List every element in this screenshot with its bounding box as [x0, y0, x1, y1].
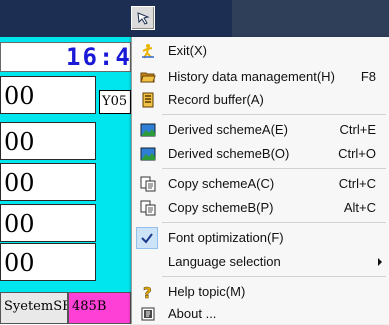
value-field-text: 00	[4, 128, 35, 156]
value-field[interactable]: 00	[0, 122, 96, 160]
menu-item-label: Help topic(M)	[168, 284, 246, 299]
menu-item-label: Language selection	[168, 254, 281, 269]
menu-separator	[162, 276, 386, 277]
value-field[interactable]: 00	[0, 243, 96, 281]
value-field[interactable]: 00	[0, 163, 96, 201]
svg-text:?: ?	[143, 284, 152, 300]
menu-item-label: Derived schemeB(O)	[168, 146, 290, 161]
menu-item-shortcut: Alt+C	[343, 200, 376, 215]
value-field-text: 00	[4, 82, 35, 110]
menu-item-label: About ...	[168, 306, 217, 321]
menu-item-exit[interactable]: Exit(X)	[132, 40, 389, 62]
menu-separator	[162, 114, 386, 115]
tag-field[interactable]: Y05	[99, 90, 131, 114]
scheme-image-icon	[140, 147, 156, 161]
app-menu-icon	[137, 12, 150, 25]
menu-item-shortcut: F8	[360, 69, 376, 84]
value-field-text: 00	[4, 249, 35, 277]
menu-item-label: History data management(H)	[168, 69, 335, 84]
menu-item-about[interactable]: About ...	[132, 303, 389, 325]
menu-item-derived-scheme-b[interactable]: Derived schemeB(O) Ctrl+O	[132, 143, 389, 165]
menu-item-copy-scheme-b[interactable]: Copy schemeB(P) Alt+C	[132, 197, 389, 219]
copy-icon	[140, 200, 156, 216]
menu-item-label: Font optimization(F)	[168, 230, 284, 245]
menu-item-shortcut: Ctrl+E	[339, 122, 376, 137]
menu-item-label: Copy schemeB(P)	[168, 200, 274, 215]
checkmark-icon	[141, 233, 153, 244]
menu-item-font-optimization[interactable]: Font optimization(F)	[132, 227, 389, 249]
menu-item-language-selection[interactable]: Language selection	[132, 251, 389, 273]
exit-icon	[142, 44, 154, 59]
value-field-text: 00	[4, 169, 35, 197]
tab-system-set[interactable]: SyetemSET	[0, 292, 68, 324]
copy-icon	[140, 176, 156, 192]
help-icon: ?	[143, 284, 152, 300]
menu-item-history-data[interactable]: History data management(H) F8	[132, 66, 389, 88]
menu-item-shortcut: Ctrl+C	[338, 176, 376, 191]
value-field[interactable]: 00	[0, 76, 96, 114]
menu-item-label: Derived schemeA(E)	[168, 122, 288, 137]
record-buffer-icon	[142, 92, 154, 108]
about-icon	[141, 307, 155, 321]
menu-separator	[162, 168, 386, 169]
menu-item-record-buffer[interactable]: Record buffer(A)	[132, 89, 389, 111]
menu-item-help-topic[interactable]: ? Help topic(M)	[132, 281, 389, 303]
main-menu-button[interactable]	[131, 6, 155, 30]
submenu-arrow-icon	[378, 258, 382, 266]
value-field-text: 00	[4, 210, 35, 238]
tab-485b[interactable]: 485B	[68, 292, 131, 324]
scheme-image-icon	[140, 123, 156, 137]
menu-item-label: Copy schemeA(C)	[168, 176, 275, 191]
menu-item-label: Exit(X)	[168, 43, 207, 58]
top-bar-right	[232, 0, 389, 37]
tag-text: Y05	[102, 94, 128, 109]
menu-separator	[162, 222, 386, 223]
menu-item-label: Record buffer(A)	[168, 92, 264, 107]
value-field[interactable]: 00	[0, 204, 96, 242]
menu-item-shortcut: Ctrl+O	[338, 146, 376, 161]
dropdown-menu: Exit(X) History data management(H) F8 Re…	[131, 37, 389, 324]
folder-icon	[140, 72, 156, 83]
menu-item-copy-scheme-a[interactable]: Copy schemeA(C) Ctrl+C	[132, 173, 389, 195]
menu-item-derived-scheme-a[interactable]: Derived schemeA(E) Ctrl+E	[132, 119, 389, 141]
